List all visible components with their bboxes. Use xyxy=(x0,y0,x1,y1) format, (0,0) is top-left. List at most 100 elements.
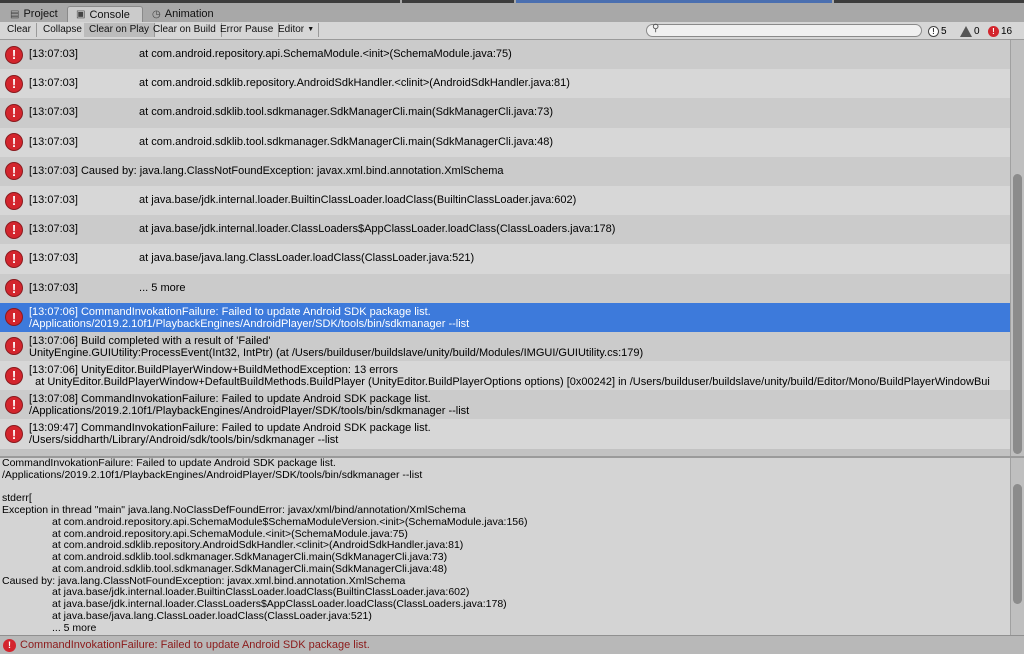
log-entry-row[interactable]: ! [13:07:08] CommandInvokationFailure: Fa… xyxy=(0,390,1010,420)
info-count-toggle[interactable]: ! 5 xyxy=(928,24,947,38)
error-icon: ! xyxy=(5,337,23,356)
window-strip xyxy=(0,0,400,3)
tab-console-label: Console xyxy=(89,8,130,21)
log-entry-row[interactable]: ! [13:07:06] UnityEditor.BuildPlayerWindo… xyxy=(0,361,1010,391)
error-icon: ! xyxy=(5,133,23,152)
tab-project[interactable]: ▤ Project xyxy=(2,6,66,22)
log-entry-text: [13:07:03] at com.android.repository.api… xyxy=(29,48,512,60)
error-icon: ! xyxy=(5,249,23,268)
detail-scrollbar-thumb[interactable] xyxy=(1013,484,1022,604)
detail-line: at java.base/java.lang.ClassLoader.loadC… xyxy=(52,609,372,622)
console-icon: ▣ xyxy=(76,9,86,20)
info-count: 5 xyxy=(941,25,947,37)
log-entry-row[interactable]: ! [13:07:06] CommandInvokationFailure: Fa… xyxy=(0,302,1010,332)
detail-line: at com.android.sdklib.tool.sdkmanager.Sd… xyxy=(52,551,448,563)
detail-scrollbar[interactable] xyxy=(1010,458,1024,635)
error-icon: ! xyxy=(5,74,23,93)
editor-dropdown-label: Editor xyxy=(278,24,305,35)
detail-line: at java.base/jdk.internal.loader.ClassLo… xyxy=(52,598,507,610)
detail-line: at com.android.repository.api.SchemaModu… xyxy=(52,515,528,528)
error-icon: ! xyxy=(988,25,999,37)
log-list-scrollbar-thumb[interactable] xyxy=(1013,174,1022,454)
tab-animation[interactable]: ◷ Animation xyxy=(144,6,228,22)
log-entry-text: [13:07:06] CommandInvokationFailure: Fai… xyxy=(29,305,431,318)
log-entry-row[interactable]: ! [13:07:03] at com.android.repository.ap… xyxy=(0,40,1010,70)
error-icon: ! xyxy=(5,45,23,64)
chevron-down-icon: ▼ xyxy=(307,26,315,33)
log-entry-subtext: /Users/siddharth/Library/Android/sdk/too… xyxy=(29,434,339,447)
log-entry-row[interactable]: ! [13:09:47] CommandInvokationFailure: Fa… xyxy=(0,419,1010,449)
window-strip-active xyxy=(516,0,832,3)
log-list-scrollbar[interactable] xyxy=(1010,40,1024,456)
log-entry-subtext: at UnityEditor.BuildPlayerWindow+Default… xyxy=(29,376,990,389)
detail-line: CommandInvokationFailure: Failed to upda… xyxy=(2,458,336,469)
log-entry-text: [13:07:03] at java.base/jdk.internal.loa… xyxy=(29,223,616,236)
error-icon: ! xyxy=(5,162,23,181)
error-count: 16 xyxy=(1001,25,1013,37)
log-entry-text: [13:07:03] at com.android.sdklib.reposit… xyxy=(29,77,570,90)
error-icon: ! xyxy=(5,191,23,210)
log-entry-row[interactable]: ! [13:07:03] at java.base/java.lang.Class… xyxy=(0,244,1010,274)
editor-tab-bar: ▤ Project ▣ Console ◷ Animation xyxy=(0,0,1024,22)
detail-line: /Applications/2019.2.10f1/PlaybackEngine… xyxy=(2,468,423,481)
clear-button[interactable]: Clear xyxy=(2,23,37,37)
log-entry-row[interactable]: ! [13:07:03] at com.android.sdklib.tool.s… xyxy=(0,98,1010,128)
log-entry-text: [13:07:03] at com.android.sdklib.tool.sd… xyxy=(29,106,553,119)
log-entry-text: [13:07:06] Build completed with a result… xyxy=(29,334,271,347)
log-entry-row[interactable]: ! [13:07:03] at com.android.sdklib.tool.s… xyxy=(0,127,1010,157)
status-message: CommandInvokationFailure: Failed to upda… xyxy=(20,639,370,651)
window-strip xyxy=(834,0,1024,3)
tab-console[interactable]: ▣ Console xyxy=(67,6,143,22)
log-entry-row[interactable]: ! [13:07:03] ... 5 more xyxy=(0,273,1010,303)
search-icon: ⚲ xyxy=(652,23,660,34)
error-icon: ! xyxy=(5,103,23,122)
log-entry-text: [13:07:03] at java.base/jdk.internal.loa… xyxy=(29,193,577,206)
error-icon: ! xyxy=(5,366,23,385)
log-entry-subtext: /Applications/2019.2.10f1/PlaybackEngine… xyxy=(29,405,470,418)
detail-line: at com.android.sdklib.tool.sdkmanager.Sd… xyxy=(52,562,448,575)
collapse-button[interactable]: Collapse xyxy=(38,23,88,37)
clear-on-play-toggle[interactable]: Clear on Play xyxy=(84,23,156,37)
log-entry-subtext: /Applications/2019.2.10f1/PlaybackEngine… xyxy=(29,317,470,330)
status-bar[interactable]: ! CommandInvokationFailure: Failed to up… xyxy=(0,635,1024,654)
log-entry-row[interactable]: ! [13:07:03] Caused by: java.lang.ClassNo… xyxy=(0,156,1010,186)
log-entry-row[interactable]: ! [13:07:06] Build completed with a resul… xyxy=(0,331,1010,362)
tab-animation-label: Animation xyxy=(164,8,214,20)
log-entry-subtext: UnityEngine.GUIUtility:ProcessEvent(Int3… xyxy=(29,346,644,359)
clock-icon: ◷ xyxy=(152,8,161,20)
editor-dropdown[interactable]: Editor ▼ xyxy=(273,23,320,37)
console-log-list: ! [13:07:03] at com.android.repository.ap… xyxy=(0,40,1010,456)
tab-project-label: Project xyxy=(23,8,58,20)
log-entry-row[interactable]: ! [13:07:03] at com.android.sdklib.reposi… xyxy=(0,69,1010,99)
warning-count: 0 xyxy=(974,25,980,37)
error-icon: ! xyxy=(5,425,23,444)
log-entry-text: [13:07:03] ... 5 more xyxy=(29,281,186,294)
log-entry-row[interactable]: ! [13:07:03] at java.base/jdk.internal.lo… xyxy=(0,185,1010,216)
error-count-toggle[interactable]: ! 16 xyxy=(988,24,1012,38)
error-icon: ! xyxy=(5,279,23,298)
log-detail-panel: CommandInvokationFailure: Failed to upda… xyxy=(0,458,1010,635)
log-entry-text: [13:07:03] at java.base/java.lang.ClassL… xyxy=(29,252,475,265)
warning-icon xyxy=(960,25,972,37)
error-icon: ! xyxy=(5,395,23,414)
search-input[interactable]: ⚲ xyxy=(646,23,922,37)
log-entry-text: [13:07:03] Caused by: java.lang.ClassNot… xyxy=(29,164,504,177)
clear-on-build-toggle[interactable]: Clear on Build xyxy=(148,23,222,37)
detail-line: ... 5 more xyxy=(52,621,97,634)
error-icon: ! xyxy=(5,308,23,327)
error-icon: ! xyxy=(5,220,23,239)
log-entry-text: [13:07:08] CommandInvokationFailure: Fai… xyxy=(29,393,431,406)
detail-line: Exception in thread "main" java.lang.NoC… xyxy=(2,504,466,516)
warning-count-toggle[interactable]: 0 xyxy=(960,24,980,38)
detail-line xyxy=(0,482,1010,494)
folder-icon: ▤ xyxy=(10,8,20,20)
log-entry-text: [13:09:47] CommandInvokationFailure: Fai… xyxy=(29,422,431,435)
log-entry-text: [13:07:03] at com.android.sdklib.tool.sd… xyxy=(29,135,553,148)
console-toolbar: Clear Collapse Clear on Play Clear on Bu… xyxy=(0,22,1024,40)
error-icon: ! xyxy=(3,638,16,652)
info-icon: ! xyxy=(928,25,939,37)
log-entry-row[interactable]: ! [13:07:03] at java.base/jdk.internal.lo… xyxy=(0,215,1010,245)
error-pause-toggle[interactable]: Error Pause xyxy=(215,23,280,37)
log-entry-text: [13:07:06] UnityEditor.BuildPlayerWindow… xyxy=(29,364,399,377)
window-strip xyxy=(402,0,514,3)
